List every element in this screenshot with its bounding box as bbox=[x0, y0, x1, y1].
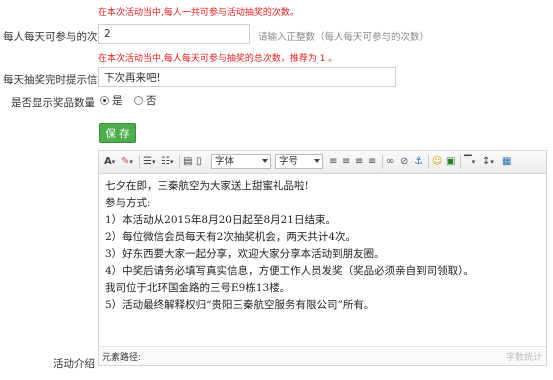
paste-icon[interactable]: ▤ bbox=[183, 155, 192, 168]
editor-line: 1）本活动从2015年8月20日起至8月21日结束。 bbox=[105, 214, 336, 226]
toolbar-divider bbox=[139, 155, 140, 169]
align-right-icon[interactable]: ≡ bbox=[355, 155, 363, 168]
link-icon[interactable]: ∞ bbox=[386, 155, 394, 168]
element-path-label: 元素路径: bbox=[102, 353, 142, 363]
line-height-icon[interactable]: ↕▾ bbox=[482, 155, 494, 168]
activity-intro-label: 活动介绍 bbox=[53, 358, 95, 370]
show-prize-count-radios: 是 否 bbox=[100, 93, 156, 108]
ordered-list-icon[interactable]: ☰▾ bbox=[143, 155, 155, 168]
font-family-select[interactable]: 字体 bbox=[211, 154, 271, 169]
radio-no-circle[interactable] bbox=[133, 96, 143, 105]
toolbar-divider bbox=[179, 155, 180, 169]
tip-message-input[interactable] bbox=[98, 67, 396, 87]
font-color-icon[interactable]: A▾ bbox=[104, 155, 115, 168]
toolbar-divider bbox=[460, 155, 461, 169]
editor-line: 七夕在即，三秦航空为大家送上甜蜜礼品啦! bbox=[105, 180, 309, 192]
radio-yes-circle[interactable] bbox=[100, 96, 109, 105]
align-center-icon[interactable]: ≡ bbox=[342, 155, 350, 168]
editor-line: 我司位于北环国金路的三号E9栋13楼。 bbox=[105, 282, 291, 294]
chevron-down-icon bbox=[262, 159, 268, 163]
activity-total-note: 在本次活动当中,每人一共可参与活动抽奖的次数。 bbox=[98, 8, 299, 18]
editor-line: 5）活动最终解释权归“贵阳三秦航空服务有限公司”所有。 bbox=[105, 299, 375, 311]
toolbar-divider bbox=[428, 155, 429, 169]
source-icon[interactable]: ▯ bbox=[196, 155, 202, 168]
highlight-icon[interactable]: ✎▾ bbox=[121, 155, 133, 168]
editor-line: 参与方式: bbox=[105, 197, 151, 209]
radio-yes-label: 是 bbox=[112, 95, 123, 107]
radio-no-label: 否 bbox=[145, 95, 157, 107]
daily-count-note: 在本次活动当中,每人每天可参与抽奖的总次数，推荐为 1 。 bbox=[98, 54, 338, 64]
unlink-icon[interactable]: ⊘ bbox=[400, 155, 408, 168]
editor-content[interactable]: 七夕在即，三秦航空为大家送上甜蜜礼品啦! 参与方式: 1）本活动从2015年8月… bbox=[99, 174, 546, 345]
toolbar-divider bbox=[382, 155, 383, 169]
font-family-value: 字体 bbox=[215, 156, 235, 167]
daily-count-label: 每人每天可参与的次数 bbox=[3, 31, 108, 43]
align-left-icon[interactable]: ≡ bbox=[329, 155, 337, 168]
font-size-select[interactable]: 字号 bbox=[275, 154, 323, 169]
rich-text-editor: A▾ ✎▾ ☰▾ ☷▾ ▤ ▯ 字体 字号 ≡ ≡ ≡ ≡ ∞ ⊘ ⚓ ☺ ▣ bbox=[98, 150, 547, 366]
emotion-icon[interactable]: ☺ bbox=[432, 155, 442, 168]
save-button[interactable]: 保 存 bbox=[99, 123, 136, 143]
font-size-value: 字号 bbox=[279, 156, 299, 167]
daily-count-input[interactable] bbox=[98, 24, 250, 44]
chevron-down-icon bbox=[314, 159, 320, 163]
word-count-label: 字数统计 bbox=[505, 353, 542, 363]
anchor-icon[interactable]: ⚓ bbox=[414, 155, 423, 168]
radio-yes[interactable]: 是 bbox=[100, 95, 123, 107]
editor-line: 2）每位微信会员每天有2次抽奖机会，两天共计4次。 bbox=[105, 231, 357, 243]
editor-line: 4）中奖后请务必填写真实信息，方便工作人员发奖（奖品必须亲自到司领取）。 bbox=[105, 265, 474, 277]
justify-icon[interactable]: ≡ bbox=[368, 155, 376, 168]
tip-message-label: 每天抽奖完时提示信息 bbox=[3, 74, 108, 86]
horizontal-rule-icon[interactable]: ▔▾ bbox=[464, 155, 475, 168]
table-icon[interactable]: ▦ bbox=[502, 155, 511, 168]
unordered-list-icon[interactable]: ☷▾ bbox=[161, 155, 173, 168]
show-prize-count-label: 是否显示奖品数量 bbox=[11, 97, 95, 109]
editor-statusbar: 元素路径: 字数统计 bbox=[99, 346, 546, 365]
radio-no[interactable]: 否 bbox=[133, 95, 157, 107]
editor-line: 3）好东西要大家一起分享，欢迎大家分享本活动到朋友圈。 bbox=[105, 248, 385, 260]
image-icon[interactable]: ▣ bbox=[446, 155, 455, 168]
daily-count-hint: 请输入正整数（每人每天可参与的次数） bbox=[258, 32, 430, 43]
editor-toolbar: A▾ ✎▾ ☰▾ ☷▾ ▤ ▯ 字体 字号 ≡ ≡ ≡ ≡ ∞ ⊘ ⚓ ☺ ▣ bbox=[99, 151, 546, 174]
